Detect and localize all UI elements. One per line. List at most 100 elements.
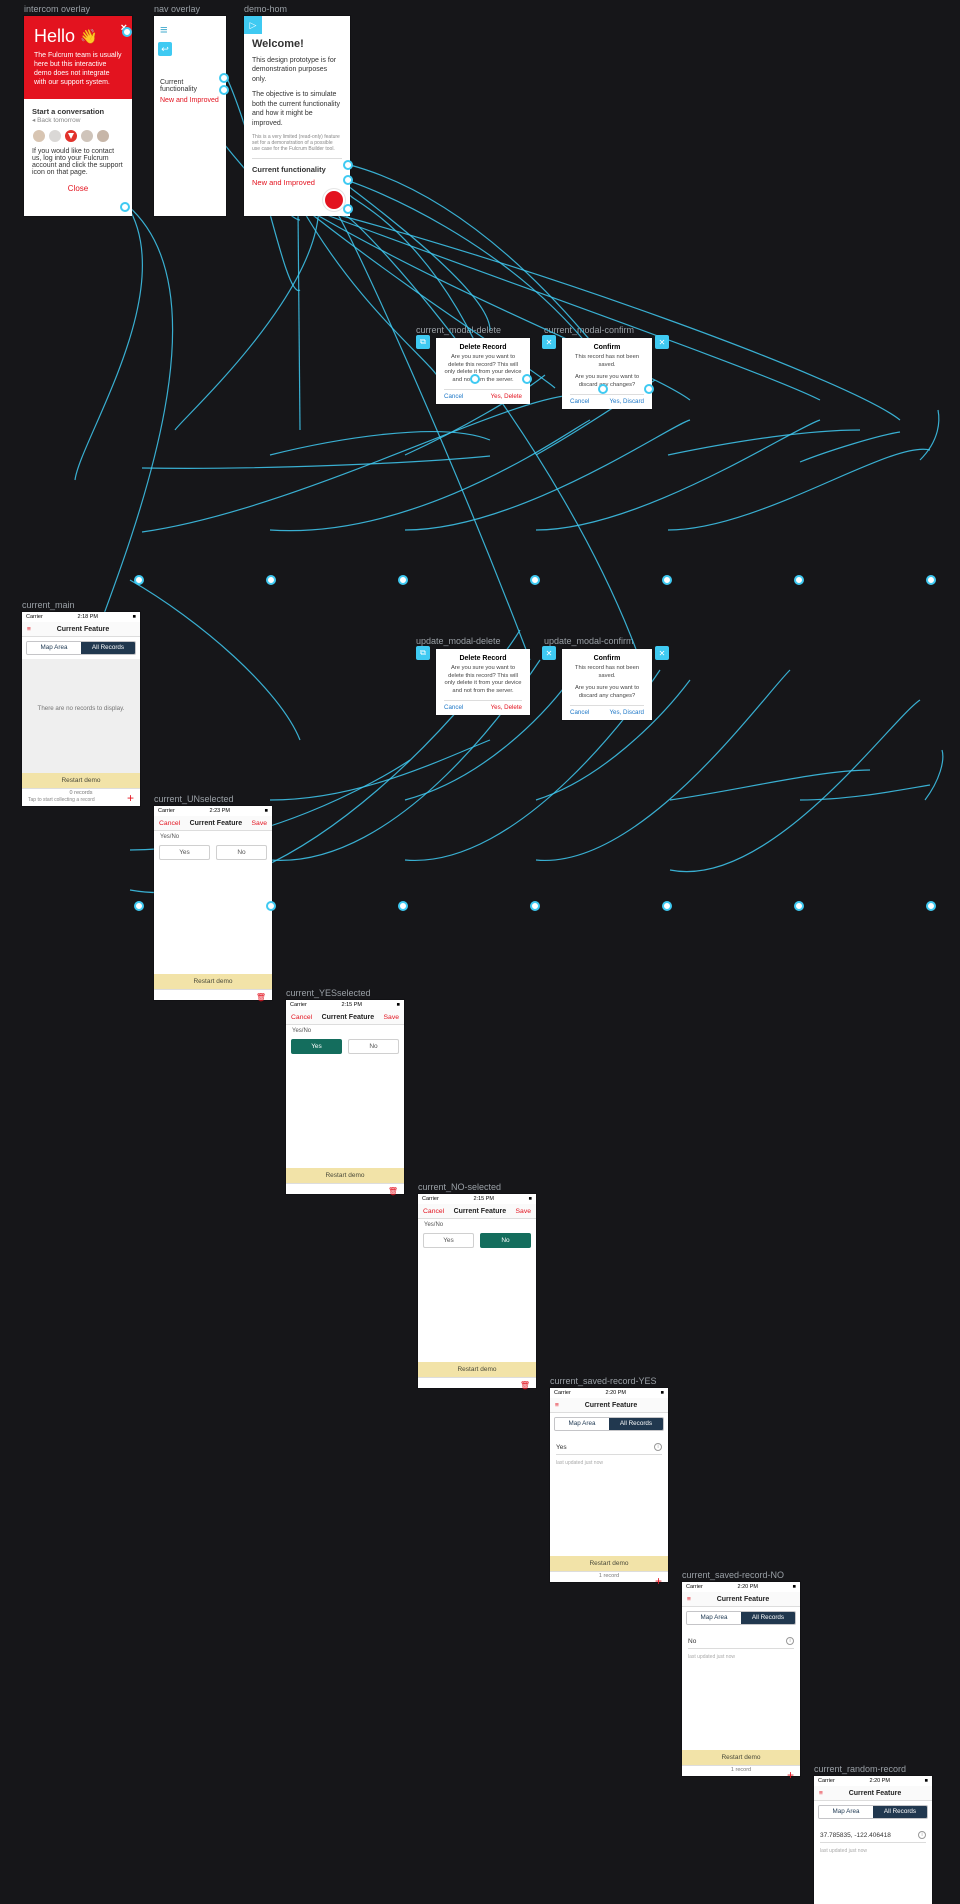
- nav-link-current[interactable]: Current functionality: [160, 79, 220, 93]
- menu-icon[interactable]: ≡: [687, 1596, 691, 1603]
- flow-handle[interactable]: [398, 575, 408, 585]
- add-record-icon[interactable]: +: [127, 791, 134, 805]
- yes-button[interactable]: Yes: [291, 1039, 342, 1054]
- cancel-button[interactable]: Cancel: [444, 704, 463, 711]
- add-record-icon[interactable]: +: [787, 1768, 794, 1782]
- trash-icon[interactable]: 🗑: [256, 993, 266, 1002]
- flow-handle[interactable]: [343, 160, 353, 170]
- no-button[interactable]: No: [216, 845, 267, 860]
- restart-button[interactable]: Restart demo: [418, 1362, 536, 1377]
- cancel-button[interactable]: Cancel: [291, 1014, 312, 1021]
- cancel-button[interactable]: Cancel: [159, 820, 180, 827]
- save-button[interactable]: Save: [252, 820, 268, 827]
- info-icon[interactable]: i: [918, 1831, 926, 1839]
- flow-handle[interactable]: [598, 384, 608, 394]
- layers-icon[interactable]: ⧉: [416, 646, 430, 660]
- close-icon[interactable]: ✕: [655, 335, 669, 349]
- close-icon[interactable]: ✕: [655, 646, 669, 660]
- flow-handle[interactable]: [219, 85, 229, 95]
- record-row[interactable]: Yesi: [556, 1440, 662, 1455]
- cancel-button[interactable]: Cancel: [570, 398, 589, 405]
- menu-icon[interactable]: ≡: [819, 1790, 823, 1797]
- flow-handle[interactable]: [522, 374, 532, 384]
- layers-icon[interactable]: ⧉: [416, 335, 430, 349]
- current-yes-selected-artboard[interactable]: current_YESselected Carrier2:15 PM■ Canc…: [286, 1000, 404, 1194]
- modal-confirm-current[interactable]: Confirm This record has not been saved. …: [562, 338, 652, 409]
- flow-handle[interactable]: [266, 575, 276, 585]
- flow-handle[interactable]: [662, 901, 672, 911]
- flow-handle[interactable]: [266, 901, 276, 911]
- intercom-launcher-icon[interactable]: [323, 189, 345, 211]
- flow-handle[interactable]: [470, 374, 480, 384]
- current-no-selected-artboard[interactable]: current_NO-selected Carrier2:15 PM■ Canc…: [418, 1194, 536, 1388]
- yes-button[interactable]: Yes: [159, 845, 210, 860]
- close-icon[interactable]: ✕: [542, 335, 556, 349]
- flow-handle[interactable]: [644, 384, 654, 394]
- confirm-delete-button[interactable]: Yes, Delete: [491, 393, 522, 400]
- tab-all-records[interactable]: All Records: [81, 642, 135, 654]
- menu-icon[interactable]: ≡: [27, 626, 31, 633]
- flow-handle[interactable]: [398, 901, 408, 911]
- play-icon[interactable]: ▷: [244, 16, 262, 34]
- menu-icon[interactable]: ≡: [555, 1402, 559, 1409]
- close-button[interactable]: Close: [32, 184, 124, 193]
- info-icon[interactable]: i: [786, 1637, 794, 1645]
- restart-button[interactable]: Restart demo: [286, 1168, 404, 1183]
- cancel-button[interactable]: Cancel: [570, 709, 589, 716]
- flow-handle[interactable]: [343, 204, 353, 214]
- close-icon[interactable]: ✕: [542, 646, 556, 660]
- flow-handle[interactable]: [530, 901, 540, 911]
- yes-button[interactable]: Yes: [423, 1233, 474, 1248]
- no-button[interactable]: No: [348, 1039, 399, 1054]
- artboard-label: current_NO-selected: [418, 1182, 501, 1192]
- modal-delete-current[interactable]: Delete Record Are you sure you want to d…: [436, 338, 530, 404]
- trash-icon[interactable]: 🗑: [388, 1187, 398, 1196]
- current-saved-yes-artboard[interactable]: current_saved-record-YES Carrier2:20 PM■…: [550, 1388, 668, 1582]
- modal-delete-update[interactable]: Delete Record Are you sure you want to d…: [436, 649, 530, 715]
- flow-handle[interactable]: [662, 575, 672, 585]
- tab-bar[interactable]: Map Area All Records: [26, 641, 136, 655]
- flow-handle[interactable]: [926, 901, 936, 911]
- cancel-button[interactable]: Cancel: [423, 1208, 444, 1215]
- current-random-artboard[interactable]: current_random-record Carrier2:20 PM■ ≡C…: [814, 1776, 932, 1904]
- demo-cf-link[interactable]: Current functionality: [252, 158, 342, 174]
- no-button[interactable]: No: [480, 1233, 531, 1248]
- flow-handle[interactable]: [926, 575, 936, 585]
- confirm-discard-button[interactable]: Yes, Discard: [609, 398, 644, 405]
- nav-link-new[interactable]: New and Improved: [160, 97, 220, 104]
- demo-home-artboard[interactable]: demo-hom ▷ Welcome! This design prototyp…: [244, 16, 350, 216]
- confirm-discard-button[interactable]: Yes, Discard: [609, 709, 644, 716]
- back-arrow-icon[interactable]: ↩: [158, 42, 172, 56]
- cancel-button[interactable]: Cancel: [444, 393, 463, 400]
- flow-handle[interactable]: [219, 73, 229, 83]
- flow-handle[interactable]: [122, 27, 132, 37]
- menu-icon[interactable]: ≡: [160, 22, 220, 37]
- add-record-icon[interactable]: +: [655, 1574, 662, 1588]
- flow-handle[interactable]: [530, 575, 540, 585]
- tab-map-area[interactable]: Map Area: [27, 642, 81, 654]
- flow-handle[interactable]: [120, 202, 130, 212]
- demo-ni-link[interactable]: New and Improved: [252, 178, 342, 187]
- restart-button[interactable]: Restart demo: [22, 773, 140, 788]
- current-main-artboard[interactable]: current_main Carrier2:18 PM■ ≡Current Fe…: [22, 612, 140, 806]
- record-row[interactable]: 37.785835, -122.406418i: [820, 1828, 926, 1843]
- flow-handle[interactable]: [343, 175, 353, 185]
- current-unselected-artboard[interactable]: current_UNselected Carrier2:23 PM■ Cance…: [154, 806, 272, 1000]
- save-button[interactable]: Save: [384, 1014, 400, 1021]
- record-row[interactable]: Noi: [688, 1634, 794, 1649]
- trash-icon[interactable]: 🗑: [520, 1381, 530, 1390]
- info-icon[interactable]: i: [654, 1443, 662, 1451]
- restart-button[interactable]: Restart demo: [154, 974, 272, 989]
- flow-handle[interactable]: [794, 575, 804, 585]
- restart-button[interactable]: Restart demo: [550, 1556, 668, 1571]
- restart-button[interactable]: Restart demo: [682, 1750, 800, 1765]
- flow-handle[interactable]: [794, 901, 804, 911]
- save-button[interactable]: Save: [516, 1208, 532, 1215]
- modal-confirm-update[interactable]: Confirm This record has not been saved. …: [562, 649, 652, 720]
- intercom-overlay-artboard[interactable]: intercom overlay Hello👋 × The Fulcrum te…: [24, 16, 132, 216]
- confirm-delete-button[interactable]: Yes, Delete: [491, 704, 522, 711]
- flow-handle[interactable]: [134, 575, 144, 585]
- current-saved-no-artboard[interactable]: current_saved-record-NO Carrier2:20 PM■ …: [682, 1582, 800, 1776]
- nav-overlay-artboard[interactable]: nav overlay ≡ ↩ Current functionality Ne…: [154, 16, 226, 216]
- flow-handle[interactable]: [134, 901, 144, 911]
